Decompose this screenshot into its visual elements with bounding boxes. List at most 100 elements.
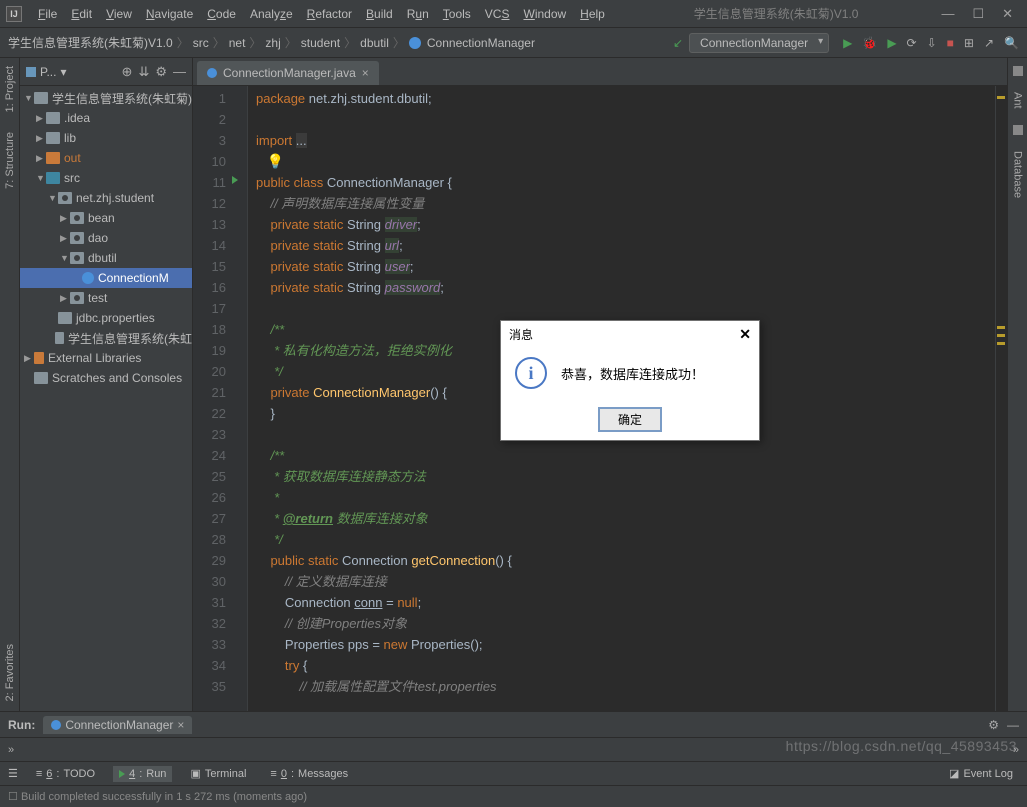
run-config-dropdown[interactable]: ConnectionManager <box>689 33 829 53</box>
maximize-icon[interactable]: ☐ <box>972 6 984 22</box>
tool-event-log[interactable]: ◪ Event Log <box>943 765 1019 782</box>
menu-window[interactable]: Window <box>517 5 572 23</box>
tree-dbutil[interactable]: ▼dbutil <box>20 248 192 268</box>
run-icon[interactable]: ▶ <box>843 36 852 50</box>
project-panel-header: P...▾ ⊕ ⇊ ⚙ — <box>20 58 192 86</box>
run-tab-close-icon[interactable]: × <box>177 718 184 732</box>
project-tree[interactable]: ▼学生信息管理系统(朱虹菊) ▶.idea ▶lib ▶out ▼src ▼ne… <box>20 86 192 711</box>
statusbar: ☐ Build completed successfully in 1 s 27… <box>0 785 1027 807</box>
navbar: 学生信息管理系统(朱虹菊)V1.0〉 src〉 net〉 zhj〉 studen… <box>0 28 1027 58</box>
menu-build[interactable]: Build <box>360 5 399 23</box>
menu-vcs[interactable]: VCS <box>479 5 516 23</box>
breadcrumb: 学生信息管理系统(朱虹菊)V1.0〉 src〉 net〉 zhj〉 studen… <box>8 34 673 51</box>
tree-lib[interactable]: ▶lib <box>20 128 192 148</box>
dialog-message: 恭喜，数据库连接成功！ <box>561 364 704 383</box>
toolwindow-list-icon[interactable]: ☰ <box>8 767 18 780</box>
menu-view[interactable]: View <box>100 5 138 23</box>
stop-icon[interactable]: ■ <box>947 36 954 50</box>
database-icon[interactable] <box>1013 125 1023 135</box>
back-icon[interactable]: ↙ <box>673 36 683 50</box>
tool-terminal[interactable]: ▣ Terminal <box>184 765 252 782</box>
tree-ext-libs[interactable]: ▶External Libraries <box>20 348 192 368</box>
tree-iml[interactable]: 学生信息管理系统(朱虹 <box>20 328 192 348</box>
search-icon[interactable]: 🔍 <box>1004 36 1019 50</box>
run-panel-sub: » » <box>0 737 1027 761</box>
profile-icon[interactable]: ⟳ <box>907 36 917 50</box>
margin-strip[interactable] <box>995 86 1007 711</box>
menu-file[interactable]: File <box>32 5 63 23</box>
sidebar-btn-ant[interactable]: Ant <box>1012 92 1024 109</box>
coverage-icon[interactable]: ▶ <box>887 36 896 50</box>
class-icon <box>409 37 421 49</box>
menu-edit[interactable]: Edit <box>65 5 98 23</box>
sidebar-btn-favorites[interactable]: 2: Favorites <box>4 644 16 701</box>
info-icon: i <box>515 357 547 389</box>
git-icon[interactable]: ↗ <box>984 36 994 50</box>
menu-refactor[interactable]: Refactor <box>301 5 358 23</box>
tab-close-icon[interactable]: × <box>362 66 369 80</box>
gear-icon[interactable]: ⚙ <box>155 64 167 80</box>
bottom-toolbar: ☰ ≡ 6: TODO 4: Run ▣ Terminal ≡ 0: Messa… <box>0 761 1027 785</box>
sidebar-btn-database[interactable]: Database <box>1012 151 1024 198</box>
tree-jdbc[interactable]: jdbc.properties <box>20 308 192 328</box>
scroll-from-source-icon[interactable]: ⊕ <box>122 64 133 80</box>
crumb-class[interactable]: ConnectionManager <box>427 36 535 50</box>
menu-code[interactable]: Code <box>201 5 242 23</box>
crumb-root[interactable]: 学生信息管理系统(朱虹菊)V1.0 <box>8 34 173 51</box>
attach-icon[interactable]: ⇩ <box>927 36 937 50</box>
tool-messages[interactable]: ≡ 0: Messages <box>264 766 354 782</box>
tree-test[interactable]: ▶test <box>20 288 192 308</box>
tree-bean[interactable]: ▶bean <box>20 208 192 228</box>
run-config-label: ConnectionManager <box>700 36 808 50</box>
minimize-icon[interactable]: — <box>941 6 954 22</box>
app-logo-icon: IJ <box>6 6 22 22</box>
tree-dao[interactable]: ▶dao <box>20 228 192 248</box>
tab-label: ConnectionManager.java <box>223 66 356 80</box>
tree-idea[interactable]: ▶.idea <box>20 108 192 128</box>
crumb-net[interactable]: net <box>229 36 246 50</box>
crumb-student[interactable]: student <box>301 36 340 50</box>
dialog-footer: 确定 <box>501 399 759 440</box>
tree-scratches[interactable]: Scratches and Consoles <box>20 368 192 388</box>
tree-connmgr[interactable]: ConnectionM <box>20 268 192 288</box>
window-title: 学生信息管理系统(朱虹菊)V1.0 <box>611 5 942 22</box>
sidebar-btn-structure[interactable]: 7: Structure <box>4 132 16 189</box>
gear-icon[interactable]: ⚙ <box>988 718 999 732</box>
crumb-dbutil[interactable]: dbutil <box>360 36 389 50</box>
run-config-area: ↙ ConnectionManager ▶ 🐞 ▶ ⟳ ⇩ ■ ⊞ ↗ 🔍 <box>673 33 1019 53</box>
tree-root[interactable]: ▼学生信息管理系统(朱虹菊) <box>20 88 192 108</box>
tree-out[interactable]: ▶out <box>20 148 192 168</box>
menu-navigate[interactable]: Navigate <box>140 5 199 23</box>
debug-icon[interactable]: 🐞 <box>862 36 877 50</box>
dialog-close-icon[interactable]: ✕ <box>739 326 751 343</box>
hide-icon[interactable]: — <box>1007 718 1019 732</box>
tree-src[interactable]: ▼src <box>20 168 192 188</box>
editor-tab-connectionmanager[interactable]: ConnectionManager.java × <box>197 61 379 85</box>
run-panel-header: Run: ConnectionManager × ⚙ — <box>0 711 1027 737</box>
run-label: Run: <box>8 718 35 732</box>
status-icon[interactable]: ☐ <box>8 790 18 803</box>
close-icon[interactable]: ✕ <box>1002 6 1013 22</box>
panel-title[interactable]: P... <box>40 65 56 79</box>
tool-todo[interactable]: ≡ 6: TODO <box>30 766 101 782</box>
menu-tools[interactable]: Tools <box>437 5 477 23</box>
right-tool-strip: Ant Database <box>1007 58 1027 711</box>
tree-pkg[interactable]: ▼net.zhj.student <box>20 188 192 208</box>
dialog-ok-button[interactable]: 确定 <box>598 407 662 432</box>
menu-help[interactable]: Help <box>574 5 611 23</box>
crumb-zhj[interactable]: zhj <box>265 36 280 50</box>
run-tab[interactable]: ConnectionManager × <box>43 716 192 734</box>
hide-icon[interactable]: — <box>173 64 186 79</box>
dialog-body: i 恭喜，数据库连接成功！ <box>501 347 759 399</box>
menu-analyze[interactable]: Analyze <box>244 5 299 23</box>
chevron-icon[interactable]: » <box>8 744 14 756</box>
collapse-icon[interactable]: ⇊ <box>138 64 149 80</box>
message-dialog: 消息 ✕ i 恭喜，数据库连接成功！ 确定 <box>500 320 760 441</box>
tool-run[interactable]: 4: Run <box>113 766 172 782</box>
ant-icon[interactable] <box>1013 66 1023 76</box>
menu-run[interactable]: Run <box>401 5 435 23</box>
crumb-src[interactable]: src <box>193 36 209 50</box>
layout-icon[interactable]: ⊞ <box>964 36 974 50</box>
chevron-icon[interactable]: » <box>1013 744 1019 756</box>
sidebar-btn-project[interactable]: 1: Project <box>4 66 16 112</box>
